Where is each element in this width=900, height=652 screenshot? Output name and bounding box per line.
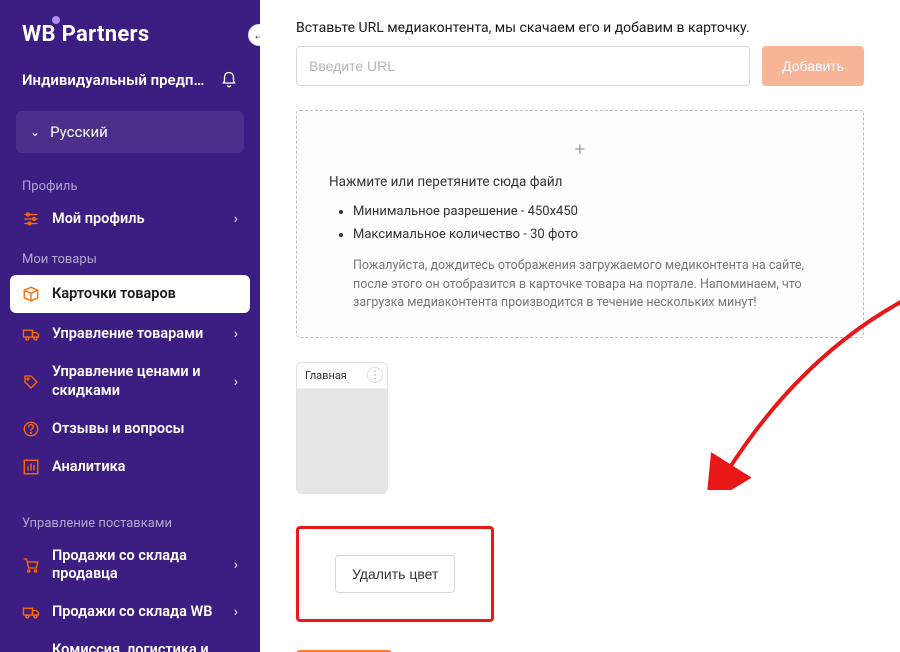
chevron-right-icon: › (234, 326, 238, 342)
truck-icon (22, 325, 40, 343)
cart-icon (22, 556, 40, 574)
delete-color-button[interactable]: Удалить цвет (335, 555, 455, 593)
plus-icon: + (329, 139, 831, 160)
media-url-hint: Вставьте URL медиаконтента, мы скачаем е… (296, 20, 864, 36)
chevron-right-icon: › (234, 374, 238, 390)
sidebar-item-label: Аналитика (52, 458, 238, 476)
dropzone-bullet: Минимальное разрешение - 450х450 (353, 200, 831, 223)
sidebar-item-label: Продажи со склада WB (52, 603, 222, 621)
sidebar-item-label: Управление ценами и скидками (52, 363, 222, 399)
sidebar-item-label: Продажи со склада продавца (52, 547, 222, 583)
sidebar-item-wb-sales[interactable]: Продажи со склада WB › (0, 593, 260, 631)
sidebar: WB Partners ← Индивидуальный предпр… ⌄ Р… (0, 0, 260, 652)
sidebar-item-product-cards[interactable]: Карточки товаров (10, 275, 250, 313)
box-icon (22, 285, 40, 303)
section-profile-label: Профиль (0, 165, 260, 200)
thumbnail-label: Главная (305, 369, 347, 382)
chart-icon (22, 458, 40, 476)
sidebar-item-seller-sales[interactable]: Продажи со склада продавца › (0, 537, 260, 593)
price-icon (22, 373, 40, 391)
sidebar-item-prices[interactable]: Управление ценами и скидками › (0, 353, 260, 409)
seller-name: Индивидуальный предпр… (22, 71, 210, 89)
sidebar-item-label: Отзывы и вопросы (52, 420, 238, 438)
chevron-down-icon: ⌄ (30, 125, 40, 139)
sidebar-item-label: Управление товарами (52, 325, 222, 343)
url-row: Добавить (296, 46, 864, 86)
dropzone-note: Пожалуйста, дождитесь отображения загруж… (329, 257, 831, 313)
sidebar-item-label: Мой профиль (52, 210, 222, 228)
main-content: Вставьте URL медиаконтента, мы скачаем е… (260, 0, 900, 652)
section-supply-label: Управление поставками (0, 502, 260, 537)
thumbnail-menu-button[interactable]: ⋮ (367, 367, 383, 383)
seller-row[interactable]: Индивидуальный предпр… (0, 61, 260, 99)
add-url-button[interactable]: Добавить (762, 46, 864, 86)
chevron-right-icon: › (234, 211, 238, 227)
dropzone-requirements: Минимальное разрешение - 450х450 Максима… (329, 200, 831, 247)
bell-icon[interactable] (220, 71, 238, 89)
sidebar-item-analytics[interactable]: Аналитика (0, 448, 260, 486)
file-dropzone[interactable]: + Нажмите или перетяните сюда файл Миним… (296, 110, 864, 338)
brand-logo: WB Partners (0, 16, 260, 61)
sidebar-item-reviews[interactable]: Отзывы и вопросы (0, 410, 260, 448)
section-goods-label: Мои товары (0, 238, 260, 273)
dropzone-bullet: Максимальное количество - 30 фото (353, 223, 831, 246)
dropzone-title: Нажмите или перетяните сюда файл (329, 174, 831, 190)
chevron-right-icon: › (234, 604, 238, 620)
sidebar-item-label: Карточки товаров (52, 285, 238, 303)
sidebar-item-label: Комиссия, логистика и хранение (52, 641, 222, 652)
help-icon (22, 420, 40, 438)
language-label: Русский (50, 123, 108, 141)
thumbnail-header: Главная ⋮ (297, 363, 387, 389)
language-selector[interactable]: ⌄ Русский (16, 111, 244, 153)
annotation-highlight: Удалить цвет (296, 526, 494, 622)
sliders-icon (22, 210, 40, 228)
thumbnail-placeholder (297, 389, 387, 493)
truck-icon (22, 603, 40, 621)
chevron-right-icon: › (234, 557, 238, 573)
sidebar-item-manage-goods[interactable]: Управление товарами › (0, 315, 260, 353)
media-url-input[interactable] (296, 46, 750, 86)
sidebar-item-commission[interactable]: Комиссия, логистика и хранение › (0, 631, 260, 652)
image-thumbnail-card[interactable]: Главная ⋮ (296, 362, 388, 494)
chevron-left-icon: ← (253, 28, 260, 42)
sidebar-item-my-profile[interactable]: Мой профиль › (0, 200, 260, 238)
